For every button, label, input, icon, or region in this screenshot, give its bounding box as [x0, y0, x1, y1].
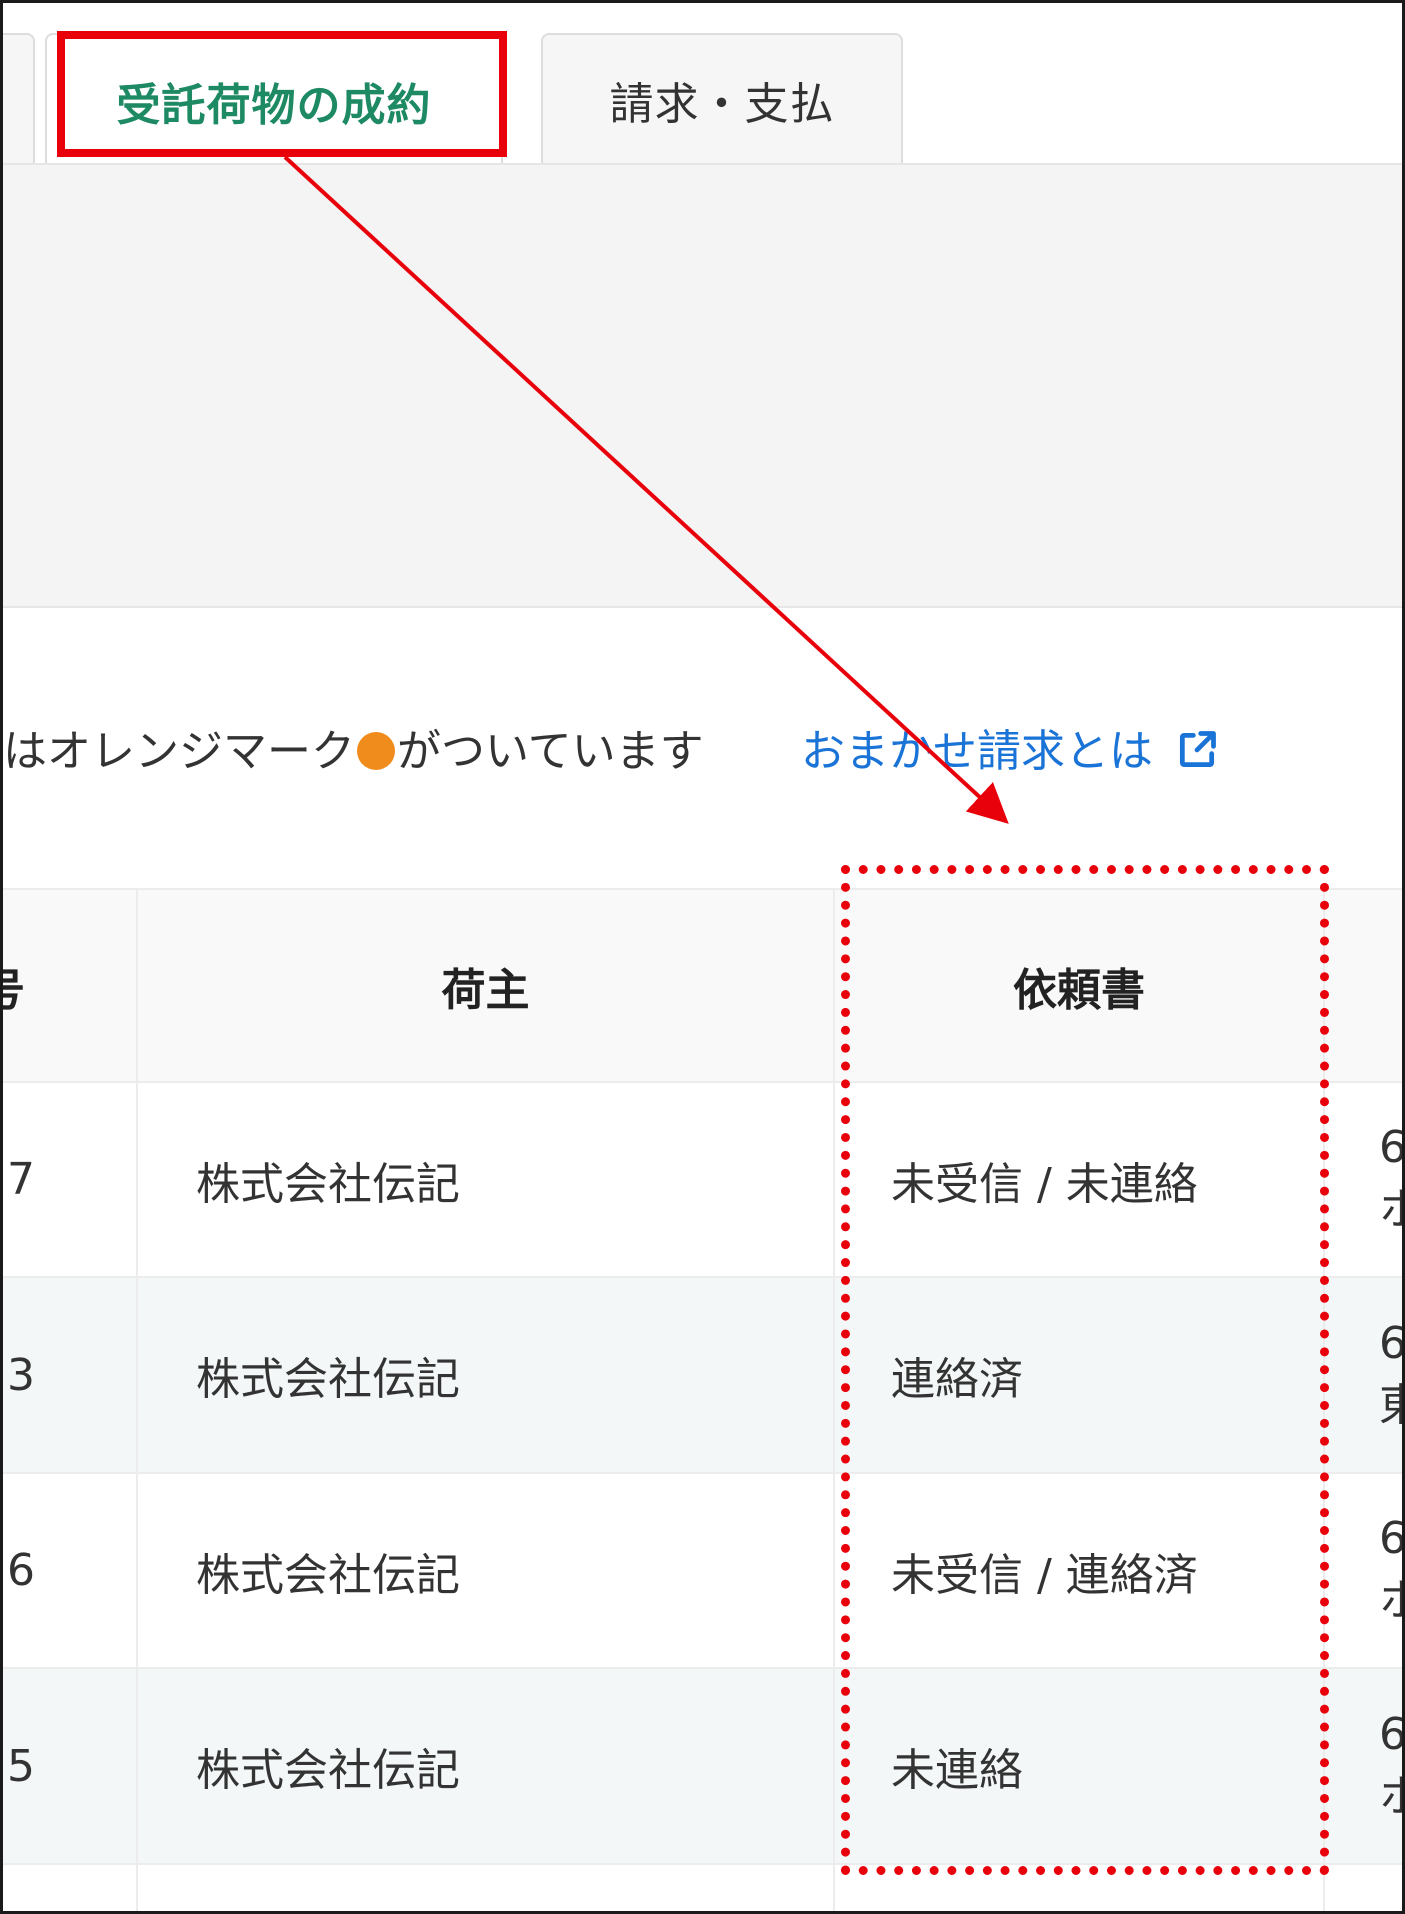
- annotation-dotted-box: [841, 865, 1329, 1875]
- screenshot-frame: 受託荷物の成約 請求・支払 はオレンジマークがついています おまかせ請求とは 号…: [0, 0, 1405, 1914]
